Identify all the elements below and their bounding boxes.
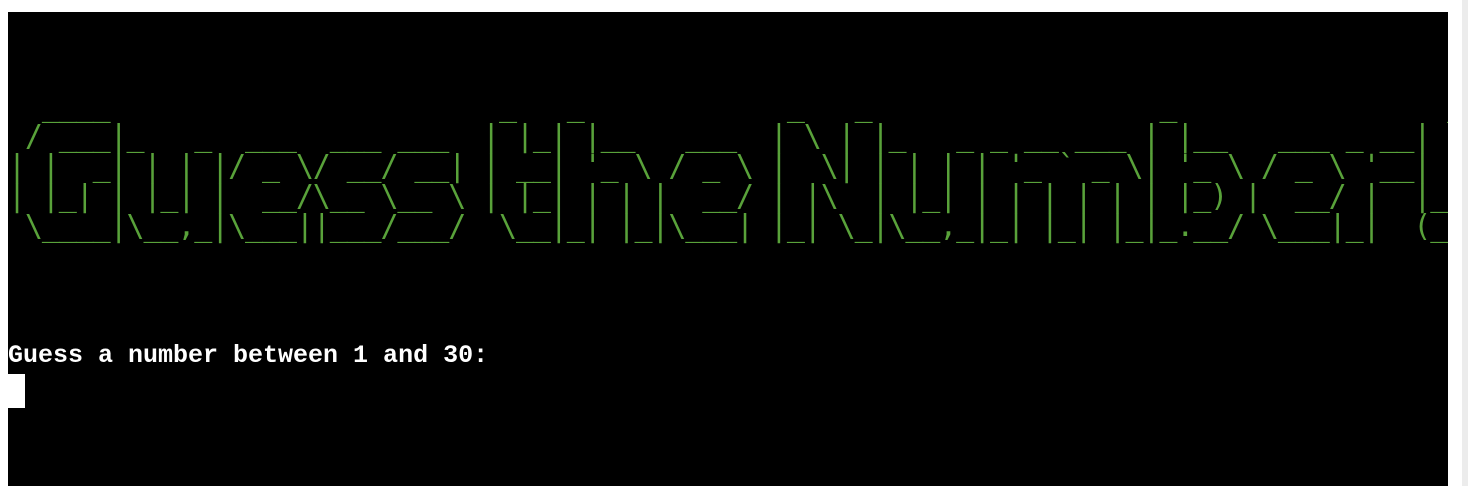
ascii-title-banner: ____ _ _ _ _ _ _ / ___|_ _ ___ ___ ___ |… — [8, 92, 1448, 242]
terminal-window[interactable]: ____ _ _ _ _ _ _ / ___|_ _ ___ ___ ___ |… — [8, 12, 1448, 486]
banner-line: \____|\__,_|\___||___/___/ \__|_| |_|\__… — [8, 209, 1448, 244]
guess-prompt: Guess a number between 1 and 30: — [8, 341, 489, 370]
input-cursor[interactable] — [8, 374, 25, 408]
scrollbar[interactable] — [1462, 0, 1468, 486]
